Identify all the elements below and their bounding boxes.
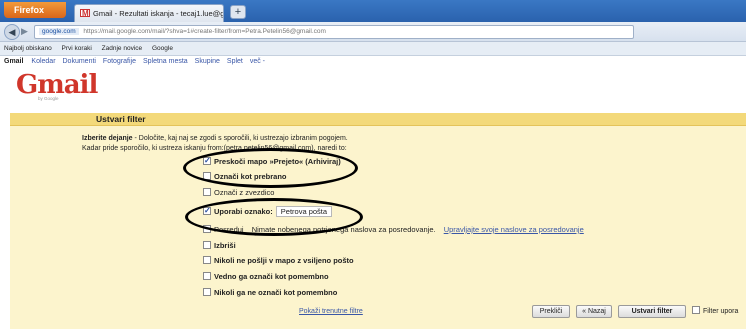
option-apply-label[interactable]: Uporabi oznako:Petrova pošta: [203, 205, 333, 218]
footer-filter-option[interactable]: Filter upora: [692, 306, 738, 317]
skip-inbox-checkbox[interactable]: [203, 155, 211, 167]
gmail-logo-subtitle: by Google: [38, 96, 59, 101]
option-always-important[interactable]: Vedno ga označi kot pomembno: [203, 271, 329, 283]
never-spam-checkbox[interactable]: [203, 256, 211, 264]
forward-label: Posreduj: [214, 225, 244, 234]
option-never-important[interactable]: Nikoli ga ne označi kot pomembno: [203, 287, 337, 299]
footer-filter-label: Filter upora: [703, 308, 739, 315]
apply-label-label: Uporabi oznako:: [214, 207, 273, 216]
tab-title: Gmail - Rezultati iskanja - tecaj1.lue@g…: [93, 9, 224, 18]
forward-checkbox[interactable]: [203, 225, 211, 233]
browser-tab-gmail[interactable]: Gmail - Rezultati iskanja - tecaj1.lue@g…: [74, 4, 224, 22]
show-current-filters-link[interactable]: Pokaži trenutne filtre: [299, 308, 363, 315]
manage-forwarding-link[interactable]: Upravljajte svoje naslove za posredovanj…: [444, 225, 584, 234]
delete-label: Izbriši: [214, 241, 236, 250]
firefox-menu-button[interactable]: Firefox: [4, 2, 66, 18]
nav-web[interactable]: Splet: [227, 58, 243, 65]
nav-sites[interactable]: Spletna mesta: [143, 58, 188, 65]
always-important-label: Vedno ga označi kot pomembno: [214, 272, 329, 281]
filter-title: Ustvari filter: [96, 114, 146, 124]
star-checkbox[interactable]: [203, 188, 211, 196]
skip-inbox-label: Preskoči mapo »Prejeto« (Arhiviraj): [214, 157, 341, 166]
nav-documents[interactable]: Dokumenti: [63, 58, 96, 65]
nav-calendar[interactable]: Koledar: [31, 58, 55, 65]
never-important-label: Nikoli ga ne označi kot pomembno: [214, 288, 338, 297]
bookmarks-toolbar: Najbolj obiskano Prvi koraki Zadnje novi…: [0, 42, 746, 56]
never-important-checkbox[interactable]: [203, 288, 211, 296]
url-path: https://mail.google.com/mail/?shva=1#cre…: [83, 28, 326, 35]
gmail-top-nav: Gmail Koledar Dokumenti Fotografije Sple…: [4, 58, 270, 65]
mark-read-label: Označi kot prebrano: [214, 172, 287, 181]
new-tab-button[interactable]: +: [230, 5, 246, 19]
always-important-checkbox[interactable]: [203, 272, 211, 280]
nav-more[interactable]: več -: [250, 58, 265, 65]
navigation-bar: ◀ ▶ google.com https://mail.google.com/m…: [0, 22, 746, 42]
filter-intro-heading: Izberite dejanje: [82, 135, 133, 142]
option-forward[interactable]: Posreduj Nimate nobenega potrjenega nasl…: [203, 224, 584, 236]
back-button[interactable]: « Nazaj: [576, 305, 612, 318]
label-select[interactable]: Petrova pošta: [275, 206, 333, 217]
option-skip-inbox[interactable]: Preskoči mapo »Prejeto« (Arhiviraj): [203, 155, 341, 168]
url-site-identity[interactable]: google.com: [39, 28, 79, 35]
footer-filter-checkbox[interactable]: [692, 306, 700, 314]
gmail-favicon-icon: [80, 5, 90, 22]
forward-note: Nimate nobenega potrjenega naslova za po…: [251, 225, 436, 234]
nav-groups[interactable]: Skupine: [195, 58, 220, 65]
nav-gmail[interactable]: Gmail: [4, 58, 23, 65]
nav-photos[interactable]: Fotografije: [103, 58, 136, 65]
create-filter-button[interactable]: Ustvari filter: [618, 305, 686, 318]
back-arrow-icon[interactable]: ◀: [4, 24, 20, 40]
star-label: Označi z zvezdico: [214, 188, 275, 197]
url-bar[interactable]: google.com https://mail.google.com/mail/…: [34, 25, 634, 39]
gmail-logo[interactable]: Gmail by Google: [16, 70, 116, 101]
filter-intro-text: - Določite, kaj naj se zgodi s sporočili…: [132, 135, 348, 142]
option-delete[interactable]: Izbriši: [203, 240, 236, 252]
mark-read-checkbox[interactable]: [203, 172, 211, 180]
never-spam-label: Nikoli ne pošlji v mapo z vsiljeno pošto: [214, 256, 354, 265]
apply-label-checkbox[interactable]: [203, 205, 211, 217]
delete-checkbox[interactable]: [203, 241, 211, 249]
bookmark-most-visited[interactable]: Najbolj obiskano: [4, 45, 52, 52]
browser-titlebar: Firefox Gmail - Rezultati iskanja - teca…: [0, 0, 746, 22]
forward-arrow-icon[interactable]: ▶: [21, 26, 28, 37]
cancel-button[interactable]: Prekliči: [532, 305, 570, 318]
option-star[interactable]: Označi z zvezdico: [203, 187, 274, 199]
bookmark-google[interactable]: Google: [152, 45, 173, 52]
bookmark-getting-started[interactable]: Prvi koraki: [62, 45, 92, 52]
filter-criteria-text: Kadar pride sporočilo, ki ustreza iskanj…: [82, 145, 347, 152]
filter-intro: Izberite dejanje - Določite, kaj naj se …: [82, 135, 348, 142]
option-mark-read[interactable]: Označi kot prebrano: [203, 171, 287, 183]
filter-header-bar: Ustvari filter: [10, 113, 746, 126]
bookmark-latest-news[interactable]: Zadnje novice: [102, 45, 142, 52]
option-never-spam[interactable]: Nikoli ne pošlji v mapo z vsiljeno pošto: [203, 255, 354, 267]
